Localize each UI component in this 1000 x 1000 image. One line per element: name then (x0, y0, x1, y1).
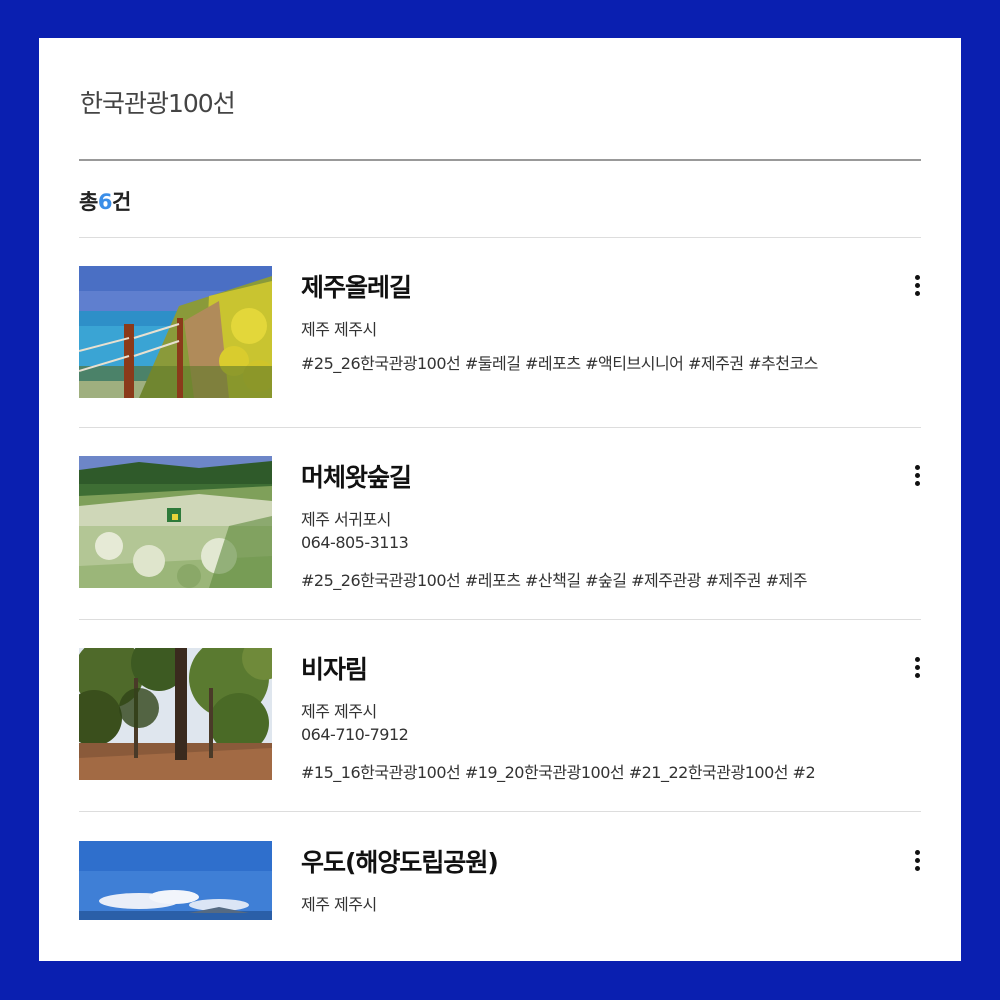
results-panel: 한국관광100선 총6건 제주올레길 제주 제주시 #25_26한국관광100선… (39, 38, 961, 961)
item-tags: #15_16한국관광100선 #19_20한국관광100선 #21_22한국관광… (301, 763, 816, 782)
count-suffix: 건 (111, 190, 131, 214)
count-prefix: 총 (79, 190, 98, 214)
item-title[interactable]: 우도(해양도립공원) (301, 843, 499, 879)
more-options-icon[interactable] (907, 270, 927, 300)
item-phone: 064-805-3113 (301, 533, 409, 552)
item-location: 제주 제주시 (301, 320, 377, 339)
title-divider (79, 159, 921, 161)
island-sea-photo[interactable] (79, 841, 272, 920)
forest-meadow-photo[interactable] (79, 456, 272, 588)
item-location: 제주 서귀포시 (301, 510, 391, 529)
coastal-trail-photo[interactable] (79, 266, 272, 398)
list-divider (79, 237, 921, 238)
list-item[interactable]: 제주올레길 제주 제주시 #25_26한국관광100선 #둘레길 #레포츠 #액… (79, 266, 921, 458)
item-title[interactable]: 머체왓숲길 (301, 458, 412, 494)
item-title[interactable]: 비자림 (301, 650, 368, 686)
more-options-icon[interactable] (907, 460, 927, 490)
list-item[interactable]: 우도(해양도립공원) 제주 제주시 (79, 841, 921, 961)
count-number: 6 (97, 190, 113, 214)
forest-photo[interactable] (79, 648, 272, 780)
item-phone: 064-710-7912 (301, 725, 409, 744)
list-divider (79, 811, 921, 812)
item-title[interactable]: 제주올레길 (301, 268, 412, 304)
more-options-icon[interactable] (907, 652, 927, 682)
list-divider (79, 619, 921, 620)
item-tags: #25_26한국관광100선 #둘레길 #레포츠 #액티브시니어 #제주권 #추… (301, 354, 818, 373)
item-tags: #25_26한국관광100선 #레포츠 #산책길 #숲길 #제주관광 #제주권 … (301, 571, 807, 590)
more-options-icon[interactable] (907, 845, 927, 875)
item-location: 제주 제주시 (301, 702, 377, 721)
result-count: 총6건 (79, 186, 131, 216)
page-title: 한국관광100선 (80, 89, 236, 118)
list-divider (79, 427, 921, 428)
item-location: 제주 제주시 (301, 895, 377, 914)
